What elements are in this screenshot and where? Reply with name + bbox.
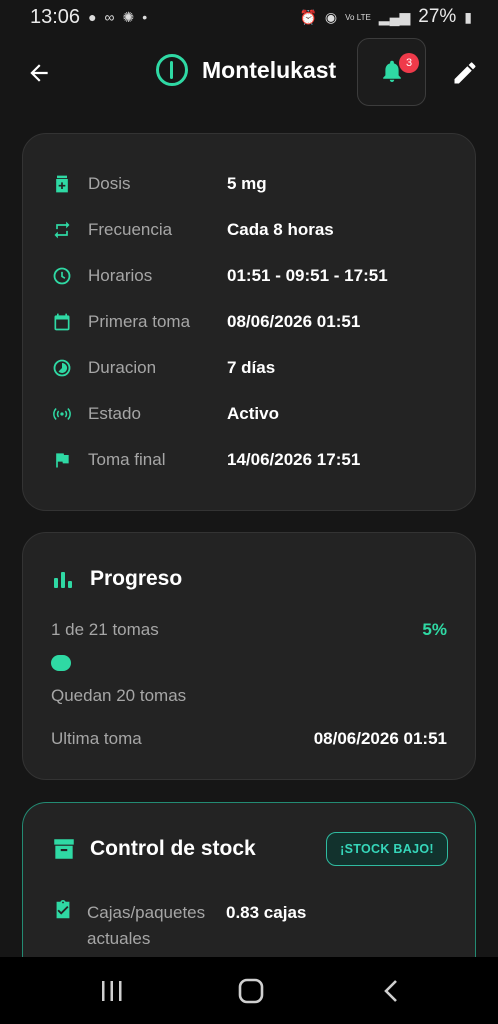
broadcast-icon [51,403,73,425]
stock-title: Control de stock [90,837,256,860]
detail-label: Estado [88,404,141,423]
page-title: Montelukast [202,56,337,83]
progress-bar [51,655,447,671]
progress-card: Progreso 1 de 21 tomas 5% Quedan 20 toma… [22,532,476,780]
alarm-icon: ⏰ [299,8,317,25]
detail-row-dose: Dosis 5 mg [51,172,267,196]
progress-count: 1 de 21 tomas [51,620,159,639]
progress-bar-fill [51,655,71,671]
more-dot-icon: • [142,9,148,25]
battery-percent: 27% [418,6,457,27]
clipboard-check-icon [56,899,70,919]
wifi-icon: ◉ [324,8,338,25]
location-icon: ● [88,9,97,25]
detail-value: 01:51 - 09:51 - 17:51 [227,266,388,285]
fan-icon: ✺ [122,8,135,25]
timelapse-icon [51,357,73,379]
detail-label: Horarios [88,266,153,285]
title-wrap: Montelukast [156,54,336,86]
arrow-back-icon [30,64,48,82]
detail-row-duration: Duracion 7 días [51,356,275,380]
stock-label: Cajas/paquetes actuales [87,903,206,948]
low-stock-badge: ¡STOCK BAJO! [326,832,448,866]
repeat-icon [51,219,73,241]
recent-apps-icon [102,981,122,1001]
calendar-icon [51,311,73,333]
home-icon [238,978,264,1004]
progress-percent: 5% [422,620,447,639]
progress-title: Progreso [90,567,183,590]
detail-value: 5 mg [227,174,267,193]
status-time: 13:06 [30,5,81,28]
detail-value: 7 días [227,358,276,377]
back-nav-button[interactable] [371,975,411,1007]
detail-label: Primera toma [88,312,191,331]
system-nav-bar [0,957,498,1024]
clock-icon [51,265,73,287]
last-dose-value: 08/06/2026 01:51 [313,729,447,748]
detail-row-schedule: Horarios 01:51 - 09:51 - 17:51 [51,264,388,288]
detail-value: 14/06/2026 17:51 [227,450,361,469]
detail-value: 08/06/2026 01:51 [227,312,361,331]
pill-box-icon [51,173,73,195]
status-bar-left: 13:06 ● ∞ ✺ • [30,6,147,29]
power-icon [156,54,188,86]
battery-icon: ▮ [464,8,472,25]
detail-label: Duracion [88,358,157,377]
status-bar: 13:06 ● ∞ ✺ • ⏰ ◉ Vo LTE ▂▄▆ 27% ▮ [0,0,498,34]
chevron-left-icon [384,980,397,1002]
detail-value: Activo [227,404,279,423]
pencil-icon [454,62,476,84]
detail-label: Frecuencia [88,220,173,239]
detail-label: Toma final [88,450,166,469]
flag-icon [51,449,73,471]
detail-value: Cada 8 horas [227,220,334,239]
last-dose-label: Ultima toma [51,729,142,748]
link-icon: ∞ [104,9,115,25]
status-bar-right: ⏰ ◉ Vo LTE ▂▄▆ 27% ▮ [299,6,472,28]
signal-icon: ▂▄▆ [378,8,411,25]
progress-remaining: Quedan 20 tomas [51,686,187,705]
app-bar: Montelukast 3 [0,36,498,108]
back-button[interactable] [22,56,56,90]
archive-box-icon [54,839,74,859]
lte-icon: Vo LTE [345,12,371,22]
details-card: Dosis 5 mg Frecuencia Cada 8 horas Horar… [22,133,476,511]
bar-chart-icon [54,572,72,588]
notifications-button[interactable]: 3 [357,38,426,106]
detail-row-first-dose: Primera toma 08/06/2026 01:51 [51,310,360,334]
detail-row-status: Estado Activo [51,402,279,426]
home-button[interactable] [231,975,271,1007]
detail-row-frequency: Frecuencia Cada 8 horas [51,218,334,242]
recent-apps-button[interactable] [92,975,132,1007]
detail-row-final-dose: Toma final 14/06/2026 17:51 [51,448,360,472]
stock-value: 0.83 cajas [226,903,307,922]
stock-card: Control de stock ¡STOCK BAJO! Cajas/paqu… [22,802,476,982]
detail-label: Dosis [88,174,131,193]
edit-button[interactable] [448,56,482,90]
notification-badge: 3 [399,53,419,73]
